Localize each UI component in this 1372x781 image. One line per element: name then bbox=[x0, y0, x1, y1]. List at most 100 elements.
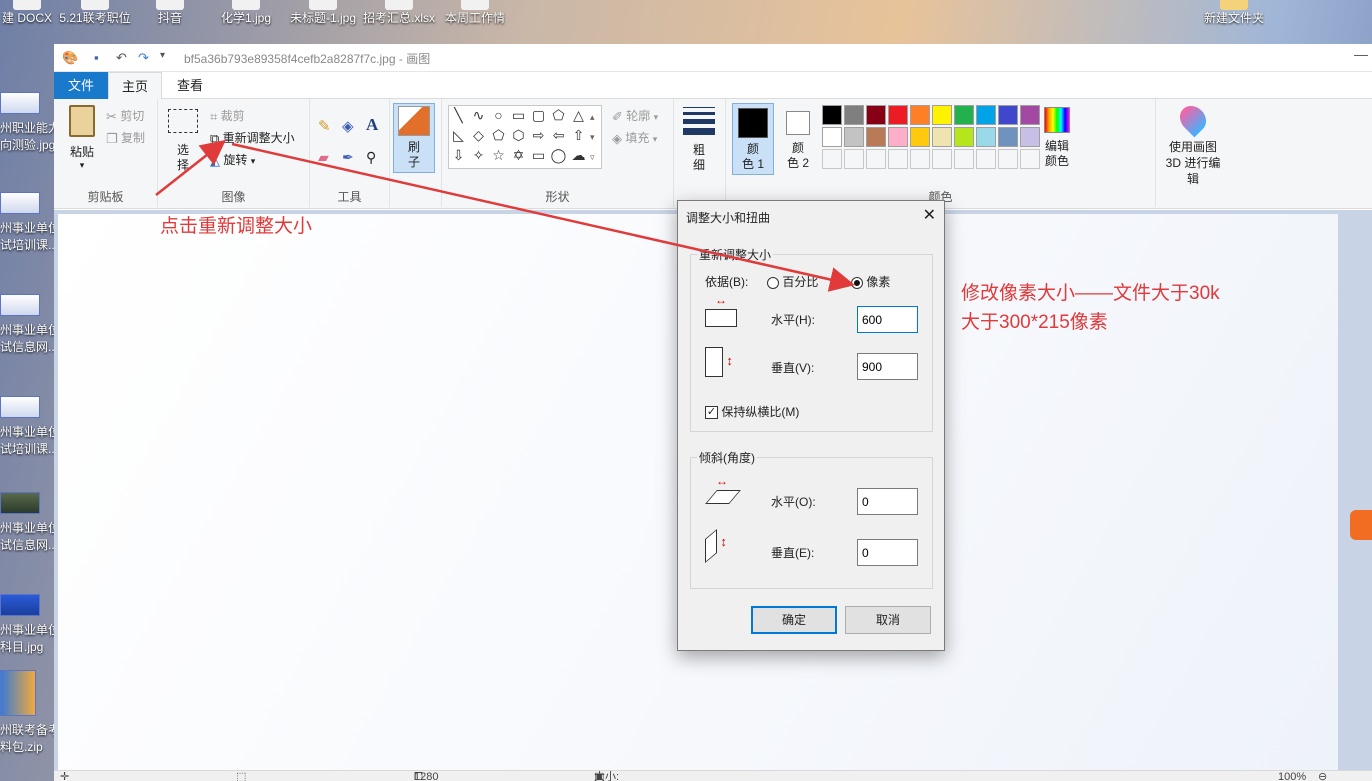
color-swatch[interactable] bbox=[844, 105, 864, 125]
vertical-input[interactable] bbox=[857, 353, 918, 380]
paint3d-button[interactable]: 使用画图 3D 进行编辑 bbox=[1162, 100, 1224, 187]
custom-color-swatch[interactable] bbox=[954, 149, 974, 169]
right-triangle-shape-icon[interactable]: ◺ bbox=[450, 127, 467, 144]
skew-vertical-input[interactable] bbox=[857, 539, 918, 566]
custom-color-swatch[interactable] bbox=[998, 149, 1018, 169]
six-point-star-shape-icon[interactable]: ✡ bbox=[510, 147, 527, 164]
cancel-button[interactable]: 取消 bbox=[845, 606, 931, 634]
tab-view[interactable]: 查看 bbox=[164, 72, 216, 99]
select-button[interactable]: 选择 bbox=[166, 109, 200, 173]
color-picker-icon[interactable]: ✒ bbox=[342, 149, 354, 166]
desktop-icon[interactable]: 州事业单位试信息网... bbox=[0, 492, 54, 554]
color-swatch[interactable] bbox=[888, 127, 908, 147]
color1-button[interactable]: 颜色 1 bbox=[732, 103, 774, 175]
custom-color-swatch[interactable] bbox=[910, 149, 930, 169]
color-swatch[interactable] bbox=[822, 127, 842, 147]
color-swatch[interactable] bbox=[976, 127, 996, 147]
edit-colors-button[interactable]: 编辑颜色 bbox=[1040, 107, 1074, 169]
minimize-button[interactable]: — bbox=[1354, 46, 1368, 62]
paste-button[interactable]: 粘贴 ▾ bbox=[66, 105, 98, 171]
desktop-icon[interactable]: 新建文件夹 bbox=[1198, 0, 1270, 42]
fill-bucket-icon[interactable]: ◈ bbox=[342, 117, 354, 135]
redo-icon[interactable]: ↷ bbox=[138, 50, 149, 66]
custom-color-swatch[interactable] bbox=[888, 149, 908, 169]
desktop-icon[interactable]: 州事业单位试培训课... bbox=[0, 396, 54, 458]
percent-radio[interactable]: 百分比 bbox=[767, 273, 818, 290]
custom-color-swatch[interactable] bbox=[822, 149, 842, 169]
color-swatch[interactable] bbox=[954, 105, 974, 125]
desktop-icon[interactable]: 州联考备考料包.zip bbox=[0, 670, 54, 756]
crop-button[interactable]: ⌗ 裁剪 bbox=[210, 107, 245, 125]
custom-color-swatch[interactable] bbox=[976, 149, 996, 169]
polygon-shape-icon[interactable]: ⬠ bbox=[550, 107, 567, 124]
up-arrow-shape-icon[interactable]: ⇧ bbox=[570, 127, 587, 144]
color-swatch[interactable] bbox=[976, 105, 996, 125]
skew-horizontal-input[interactable] bbox=[857, 488, 918, 515]
tab-file[interactable]: 文件 bbox=[54, 72, 108, 99]
color-swatch[interactable] bbox=[844, 127, 864, 147]
cut-button[interactable]: ✂ 剪切 bbox=[106, 107, 144, 125]
custom-color-swatch[interactable] bbox=[1020, 149, 1040, 169]
desktop-icon[interactable]: 州事业单位科目.jpg bbox=[0, 594, 54, 656]
zoom-out-icon[interactable]: ⊖ bbox=[1318, 771, 1327, 781]
diamond-shape-icon[interactable]: ◇ bbox=[470, 127, 487, 144]
desktop-icon[interactable]: 本周工作情 bbox=[440, 0, 510, 42]
desktop-icon[interactable]: 州事业单位试信息网... bbox=[0, 294, 54, 356]
rounded-rectangle-shape-icon[interactable]: ▢ bbox=[530, 107, 547, 124]
ok-button[interactable]: 确定 bbox=[751, 606, 837, 634]
desktop-icon[interactable]: 州事业单位试培训课... bbox=[0, 192, 54, 254]
gallery-scroll-icon[interactable]: ▴ ▾ ▿ bbox=[590, 107, 595, 167]
color-swatch[interactable] bbox=[998, 127, 1018, 147]
custom-color-swatch[interactable] bbox=[932, 149, 952, 169]
desktop-icon[interactable]: 化学1.jpg bbox=[212, 0, 280, 42]
desktop-icon[interactable]: 抖音 bbox=[144, 0, 196, 42]
save-icon[interactable]: ▪ bbox=[94, 50, 99, 65]
color-swatch[interactable] bbox=[1020, 105, 1040, 125]
curve-shape-icon[interactable]: ∿ bbox=[470, 107, 487, 124]
five-point-star-shape-icon[interactable]: ☆ bbox=[490, 147, 507, 164]
desktop-icon[interactable]: 州职业能力向测验.jpg bbox=[0, 92, 54, 154]
color-swatch[interactable] bbox=[998, 105, 1018, 125]
rotate-button[interactable]: ◭ 旋转 ▾ bbox=[210, 151, 255, 169]
magnifier-icon[interactable]: ⚲ bbox=[366, 149, 376, 166]
pencil-icon[interactable]: ✎ bbox=[318, 117, 331, 135]
custom-color-swatch[interactable] bbox=[866, 149, 886, 169]
undo-icon[interactable]: ↶ bbox=[116, 50, 127, 66]
oval-shape-icon[interactable]: ○ bbox=[490, 107, 507, 124]
color-swatch[interactable] bbox=[910, 105, 930, 125]
eraser-icon[interactable]: ▰ bbox=[318, 149, 329, 166]
right-arrow-shape-icon[interactable]: ⇨ bbox=[530, 127, 547, 144]
pentagon-shape-icon[interactable]: ⬠ bbox=[490, 127, 507, 144]
left-arrow-shape-icon[interactable]: ⇦ bbox=[550, 127, 567, 144]
desktop-icon[interactable]: 招考汇总.xlsx bbox=[360, 0, 438, 42]
color-swatch[interactable] bbox=[1020, 127, 1040, 147]
color-swatch[interactable] bbox=[910, 127, 930, 147]
resize-button[interactable]: ⧉ 重新调整大小 bbox=[210, 129, 295, 147]
color-swatch[interactable] bbox=[932, 127, 952, 147]
down-arrow-shape-icon[interactable]: ⇩ bbox=[450, 147, 467, 164]
hexagon-shape-icon[interactable]: ⬡ bbox=[510, 127, 527, 144]
quick-access-dropdown-icon[interactable]: ▾ bbox=[160, 50, 165, 61]
color-swatch[interactable] bbox=[932, 105, 952, 125]
close-icon[interactable]: ✕ bbox=[923, 205, 936, 225]
copy-button[interactable]: ❐ 复制 bbox=[106, 129, 145, 147]
color-swatch[interactable] bbox=[888, 105, 908, 125]
color-swatch[interactable] bbox=[866, 127, 886, 147]
color-swatch[interactable] bbox=[866, 105, 886, 125]
callout-rect-shape-icon[interactable]: ▭ bbox=[530, 147, 547, 164]
color-swatch[interactable] bbox=[954, 127, 974, 147]
keep-ratio-checkbox[interactable]: ✓ 保持纵横比(M) bbox=[705, 403, 799, 420]
custom-color-swatch[interactable] bbox=[844, 149, 864, 169]
size-button[interactable]: 粗细 bbox=[682, 107, 716, 173]
text-tool-icon[interactable]: A bbox=[366, 115, 378, 135]
brushes-button[interactable]: 刷子 bbox=[393, 103, 435, 173]
four-point-star-shape-icon[interactable]: ✧ bbox=[470, 147, 487, 164]
fill-button[interactable]: ◈ 填充 ▾ bbox=[612, 129, 657, 147]
tab-home[interactable]: 主页 bbox=[108, 72, 162, 100]
horizontal-input[interactable] bbox=[857, 306, 918, 333]
callout-oval-shape-icon[interactable]: ◯ bbox=[550, 147, 567, 164]
color2-button[interactable]: 颜色 2 bbox=[778, 103, 818, 175]
rectangle-shape-icon[interactable]: ▭ bbox=[510, 107, 527, 124]
desktop-icon[interactable]: 5.21联考职位 bbox=[56, 0, 134, 42]
desktop-icon[interactable]: 建 DOCX bbox=[0, 0, 54, 42]
